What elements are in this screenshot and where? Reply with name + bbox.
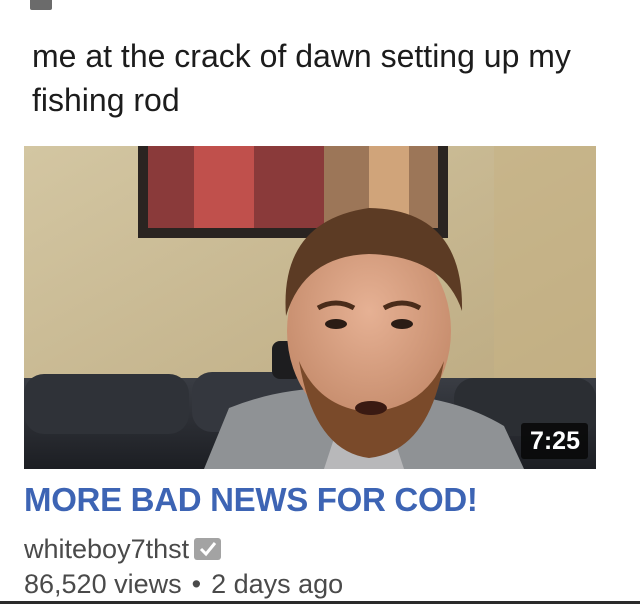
check-badge-icon [194,538,222,560]
video-duration-badge: 7:25 [520,423,588,459]
stats-separator: • [191,569,202,599]
channel-name-link[interactable]: whiteboy7thst [24,534,189,565]
upload-age: 2 days ago [211,569,344,599]
post-caption: me at the crack of dawn setting up my fi… [32,38,571,118]
thumbnail-image [24,146,596,469]
video-thumbnail[interactable]: 7:25 [24,146,596,469]
video-title-link[interactable]: MORE BAD NEWS FOR COD! [24,481,478,519]
view-count: 86,520 views [24,569,182,599]
poster-avatar[interactable] [30,0,52,10]
poster-header [0,0,640,14]
video-stats: 86,520 views • 2 days ago [24,569,343,600]
channel-row: whiteboy7thst [24,531,222,567]
